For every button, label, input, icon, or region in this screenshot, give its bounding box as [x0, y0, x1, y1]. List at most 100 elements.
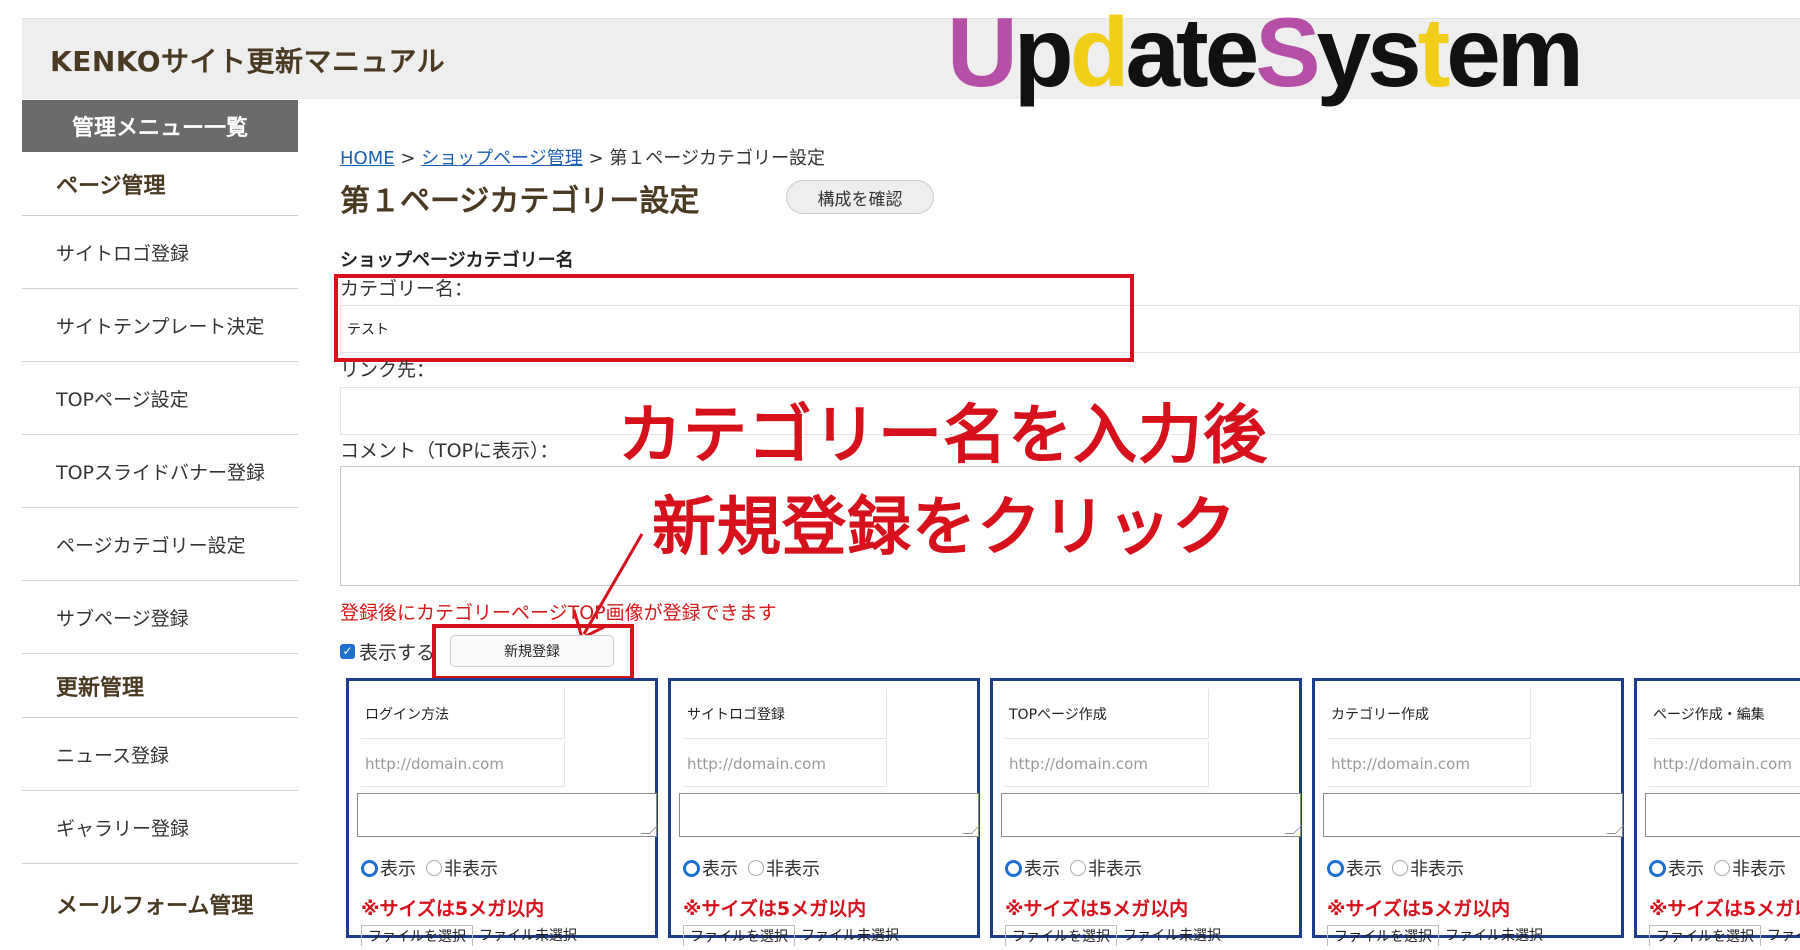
sidebar-item-page-category[interactable]: ページカテゴリー設定	[22, 508, 298, 581]
sidebar-item-top-page[interactable]: TOPページ設定	[22, 362, 298, 435]
logo-letter: t	[1417, 0, 1451, 107]
radio-hide-label: 非表示	[1410, 859, 1464, 880]
card-visibility-radios: 表示 非表示	[1005, 855, 1142, 881]
card: サイトロゴ登録 http://domain.com 表示 非表示 ※サイズは5メ…	[668, 678, 981, 946]
radio-unselected-icon[interactable]	[1714, 860, 1730, 876]
logo-letter: e	[1446, 0, 1500, 107]
card: カテゴリー作成 http://domain.com 表示 非表示 ※サイズは5メ…	[1312, 678, 1625, 946]
breadcrumb-separator: >	[582, 148, 610, 169]
resize-grip-icon[interactable]	[640, 825, 659, 834]
radio-hide-label: 非表示	[766, 859, 820, 880]
breadcrumb-shop-link[interactable]: ショップページ管理	[421, 148, 583, 169]
logo-letter: S	[1255, 0, 1320, 107]
notice-text: 登録後にカテゴリーページTOP画像が登録できます	[340, 602, 777, 624]
sidebar-item-news[interactable]: ニュース登録	[22, 718, 298, 791]
checkbox-checked-icon[interactable]: ✓	[340, 644, 355, 659]
card-file-input[interactable]: ファイルを選択 ファイル未選択	[1005, 925, 1221, 946]
card-url-input[interactable]: http://domain.com	[1005, 741, 1209, 787]
resize-grip-icon[interactable]	[1284, 825, 1303, 834]
radio-unselected-icon[interactable]	[426, 860, 442, 876]
file-select-button[interactable]: ファイルを選択	[361, 925, 473, 946]
file-select-button[interactable]: ファイルを選択	[1005, 925, 1117, 946]
site-title: KENKOサイト更新マニュアル	[50, 45, 446, 78]
resize-grip-icon[interactable]	[962, 825, 981, 834]
category-highlight-box	[334, 274, 1134, 362]
radio-selected-icon[interactable]	[1649, 859, 1666, 877]
card-textarea[interactable]	[679, 793, 981, 837]
card-textarea[interactable]	[1323, 793, 1625, 837]
link-label: リンク先：	[340, 359, 436, 381]
file-status: ファイル未選択	[1123, 928, 1221, 944]
card-url-input[interactable]: http://domain.com	[361, 741, 565, 787]
logo-letter: e	[1204, 0, 1259, 107]
card-url-input[interactable]: http://domain.com	[1649, 741, 1800, 787]
card-title[interactable]: カテゴリー作成	[1327, 689, 1531, 739]
logo-letter: s	[1367, 0, 1421, 107]
radio-unselected-icon[interactable]	[1070, 860, 1086, 876]
card-url-input[interactable]: http://domain.com	[1327, 741, 1531, 787]
file-select-button[interactable]: ファイルを選択	[683, 925, 795, 946]
card-title[interactable]: TOPページ作成	[1005, 689, 1209, 739]
sidebar-item-site-template[interactable]: サイトテンプレート決定	[22, 289, 298, 362]
card-title[interactable]: ログイン方法	[361, 689, 565, 739]
card-url-input[interactable]: http://domain.com	[683, 741, 887, 787]
card-visibility-radios: 表示 非表示	[361, 855, 498, 881]
card: TOPページ作成 http://domain.com 表示 非表示 ※サイズは5…	[990, 678, 1303, 946]
breadcrumb-current: 第１ページカテゴリー設定	[609, 148, 825, 169]
breadcrumb-home-link[interactable]: HOME	[340, 148, 395, 169]
radio-selected-icon[interactable]	[361, 859, 378, 877]
card-textarea[interactable]	[1645, 793, 1800, 837]
card: ページ作成・編集 http://domain.com 表示 非表示 ※サイズは5…	[1634, 678, 1800, 946]
radio-unselected-icon[interactable]	[1392, 860, 1408, 876]
radio-show-label: 表示	[1346, 859, 1382, 880]
file-status: ファイル未選択	[1445, 928, 1543, 944]
radio-show-label: 表示	[1024, 859, 1060, 880]
file-status: ファイル未選択	[479, 928, 577, 944]
card-size-warning: ※サイズは5メガ以内	[683, 898, 867, 920]
resize-grip-icon[interactable]	[1606, 825, 1625, 834]
file-status: ファイル未選択	[1767, 928, 1800, 944]
card-size-warning: ※サイズは5メガ以内	[361, 898, 545, 920]
logo-letter: y	[1316, 0, 1371, 107]
card-title[interactable]: ページ作成・編集	[1649, 689, 1800, 739]
annotation-line2: 新規登録をクリック	[652, 491, 1237, 565]
radio-selected-icon[interactable]	[683, 859, 700, 877]
radio-hide-label: 非表示	[1732, 859, 1786, 880]
card-file-input[interactable]: ファイルを選択 ファイル未選択	[1327, 925, 1543, 946]
card-textarea[interactable]	[1001, 793, 1303, 837]
logo-letter: a	[1125, 0, 1180, 107]
card-title[interactable]: サイトロゴ登録	[683, 689, 887, 739]
breadcrumb-separator: >	[394, 148, 422, 169]
card-file-input[interactable]: ファイルを選択 ファイル未選択	[1649, 925, 1800, 946]
menu-header: 管理メニュー一覧	[22, 100, 298, 152]
card-visibility-radios: 表示 非表示	[1649, 855, 1786, 881]
logo-letter: m	[1496, 0, 1584, 107]
card-file-input[interactable]: ファイルを選択 ファイル未選択	[361, 925, 577, 946]
card-textarea[interactable]	[357, 793, 659, 837]
file-select-button[interactable]: ファイルを選択	[1327, 925, 1439, 946]
show-checkbox-row[interactable]: ✓ 表示する	[340, 638, 435, 665]
sidebar-item-gallery[interactable]: ギャラリー登録	[22, 791, 298, 864]
file-select-button[interactable]: ファイルを選択	[1649, 925, 1761, 946]
radio-show-label: 表示	[380, 859, 416, 880]
header: KENKOサイト更新マニュアル UpdateSystem	[22, 3, 1800, 101]
sidebar-item-top-slide-banner[interactable]: TOPスライドバナー登録	[22, 435, 298, 508]
radio-selected-icon[interactable]	[1327, 859, 1344, 877]
show-label: 表示する	[359, 642, 436, 664]
radio-hide-label: 非表示	[444, 859, 498, 880]
section-update-management: 更新管理	[22, 654, 298, 718]
annotation-line1: カテゴリー名を入力後	[618, 399, 1268, 473]
sidebar-item-sub-page[interactable]: サブページ登録	[22, 581, 298, 654]
radio-selected-icon[interactable]	[1005, 859, 1022, 877]
radio-unselected-icon[interactable]	[748, 860, 764, 876]
sidebar: 管理メニュー一覧 ページ管理 サイトロゴ登録 サイトテンプレート決定 TOPペー…	[22, 100, 298, 950]
confirm-structure-button[interactable]: 構成を確認	[786, 180, 934, 214]
logo-letter: d	[1069, 0, 1130, 107]
card-file-input[interactable]: ファイルを選択 ファイル未選択	[683, 925, 899, 946]
section-page-management: ページ管理	[22, 152, 298, 216]
sidebar-item-site-logo[interactable]: サイトロゴ登録	[22, 216, 298, 289]
card-visibility-radios: 表示 非表示	[683, 855, 820, 881]
radio-show-label: 表示	[1668, 859, 1704, 880]
section-mailform-management: メールフォーム管理	[56, 894, 254, 919]
file-status: ファイル未選択	[801, 928, 899, 944]
